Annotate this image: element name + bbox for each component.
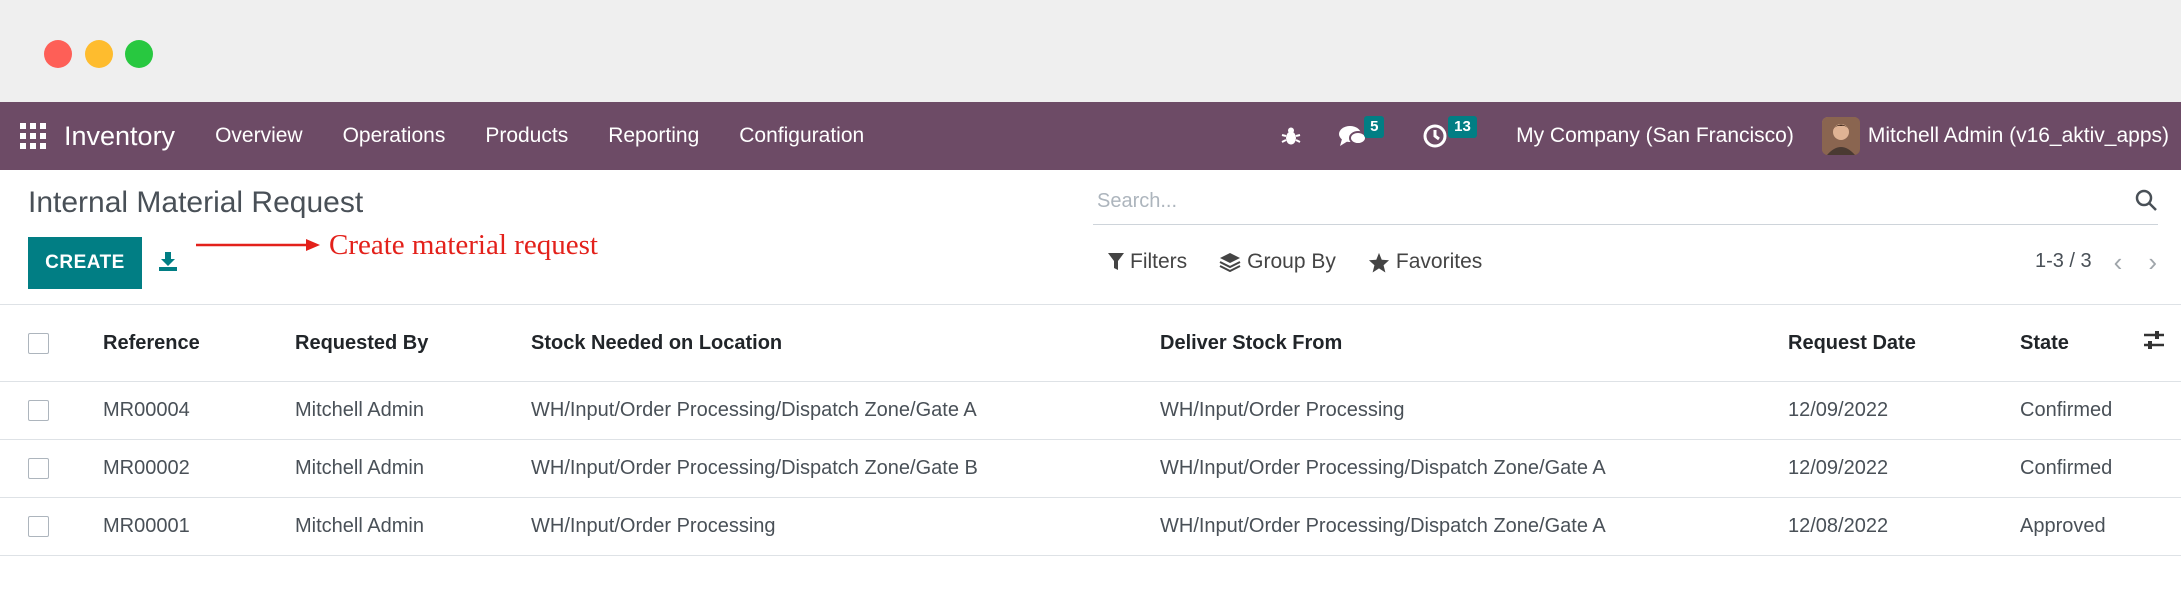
create-button[interactable]: CREATE	[28, 237, 142, 289]
table-row[interactable]: MR00001 Mitchell Admin WH/Input/Order Pr…	[0, 497, 2181, 556]
select-all-checkbox[interactable]	[28, 332, 49, 354]
menu-reporting[interactable]: Reporting	[588, 124, 719, 148]
user-menu[interactable]: Mitchell Admin (v16_aktiv_apps)	[1868, 124, 2169, 148]
cell-state: Approved	[2020, 497, 2120, 556]
activities-clock-icon[interactable]: 13	[1422, 102, 1477, 170]
cell-reference: MR00001	[103, 497, 295, 556]
messages-icon[interactable]: 5	[1338, 102, 1385, 170]
cell-requested-by: Mitchell Admin	[295, 381, 531, 440]
cell-state: Confirmed	[2020, 381, 2120, 440]
cell-request-date: 12/09/2022	[1788, 439, 2020, 498]
app-name[interactable]: Inventory	[64, 121, 175, 152]
filters-button[interactable]: Filters	[1108, 250, 1187, 274]
cell-stock-needed-location: WH/Input/Order Processing/Dispatch Zone/…	[531, 439, 1160, 498]
company-switcher[interactable]: My Company (San Francisco)	[1516, 124, 1794, 148]
row-checkbox[interactable]	[28, 400, 49, 422]
search-input[interactable]	[1093, 180, 2101, 222]
menu-operations[interactable]: Operations	[323, 124, 466, 148]
search-icon[interactable]	[2134, 188, 2158, 217]
column-requested-by[interactable]: Requested By	[295, 305, 531, 382]
row-checkbox[interactable]	[28, 516, 49, 538]
minimize-window-button[interactable]	[85, 40, 113, 68]
search-bar	[1093, 180, 2158, 225]
group-by-button[interactable]: Group By	[1219, 250, 1336, 274]
pager: 1-3 / 3 ‹ ›	[2035, 249, 2157, 275]
column-deliver-stock-from[interactable]: Deliver Stock From	[1160, 305, 1788, 382]
material-request-table: Reference Requested By Stock Needed on L…	[0, 305, 2181, 556]
debug-bug-icon[interactable]	[1280, 102, 1302, 170]
menu-overview[interactable]: Overview	[195, 124, 323, 148]
close-window-button[interactable]	[44, 40, 72, 68]
cell-reference: MR00004	[103, 381, 295, 440]
table-header-row: Reference Requested By Stock Needed on L…	[0, 305, 2181, 382]
menu-products[interactable]: Products	[465, 124, 588, 148]
pager-value[interactable]: 1-3 / 3	[2035, 250, 2092, 273]
control-panel: Internal Material Request CREATE Create …	[0, 170, 2181, 305]
annotation-label: Create material request	[329, 229, 598, 261]
cell-deliver-stock-from: WH/Input/Order Processing	[1160, 381, 1788, 440]
messages-count-badge: 5	[1364, 116, 1385, 138]
page-title: Internal Material Request	[28, 186, 364, 219]
filter-funnel-icon	[1108, 253, 1124, 270]
group-by-label: Group By	[1247, 250, 1336, 273]
cell-stock-needed-location: WH/Input/Order Processing	[531, 497, 1160, 556]
table-row[interactable]: MR00004 Mitchell Admin WH/Input/Order Pr…	[0, 381, 2181, 440]
optional-columns-sliders-icon[interactable]	[2143, 331, 2165, 355]
column-request-date[interactable]: Request Date	[1788, 305, 2020, 382]
user-avatar[interactable]	[1821, 117, 1860, 155]
cell-request-date: 12/09/2022	[1788, 381, 2020, 440]
cell-requested-by: Mitchell Admin	[295, 439, 531, 498]
window-titlebar	[0, 0, 2181, 102]
row-checkbox[interactable]	[28, 458, 49, 480]
download-icon[interactable]	[156, 246, 180, 276]
chevron-right-icon[interactable]: ›	[2148, 249, 2157, 275]
column-reference[interactable]: Reference	[103, 305, 295, 382]
cell-deliver-stock-from: WH/Input/Order Processing/Dispatch Zone/…	[1160, 439, 1788, 498]
favorites-label: Favorites	[1395, 250, 1483, 273]
layers-icon	[1219, 253, 1241, 272]
star-icon	[1368, 252, 1389, 273]
column-state[interactable]: State	[2020, 305, 2120, 382]
chevron-left-icon[interactable]: ‹	[2114, 249, 2123, 275]
activities-count-badge: 13	[1448, 116, 1477, 138]
cell-requested-by: Mitchell Admin	[295, 497, 531, 556]
search-options: Filters Group By Favorites	[1108, 250, 1514, 274]
table-row[interactable]: MR00002 Mitchell Admin WH/Input/Order Pr…	[0, 439, 2181, 498]
favorites-button[interactable]: Favorites	[1368, 250, 1482, 274]
column-stock-needed-location[interactable]: Stock Needed on Location	[531, 305, 1160, 382]
cell-reference: MR00002	[103, 439, 295, 498]
annotation-arrow-icon	[196, 239, 320, 251]
cell-request-date: 12/08/2022	[1788, 497, 2020, 556]
filters-label: Filters	[1130, 250, 1188, 273]
cell-state: Confirmed	[2020, 439, 2120, 498]
menu-configuration[interactable]: Configuration	[719, 124, 884, 148]
top-navbar: Inventory Overview Operations Products R…	[0, 102, 2181, 170]
apps-menu-icon[interactable]	[20, 123, 46, 149]
cell-stock-needed-location: WH/Input/Order Processing/Dispatch Zone/…	[531, 381, 1160, 440]
cell-deliver-stock-from: WH/Input/Order Processing/Dispatch Zone/…	[1160, 497, 1788, 556]
maximize-window-button[interactable]	[125, 40, 153, 68]
